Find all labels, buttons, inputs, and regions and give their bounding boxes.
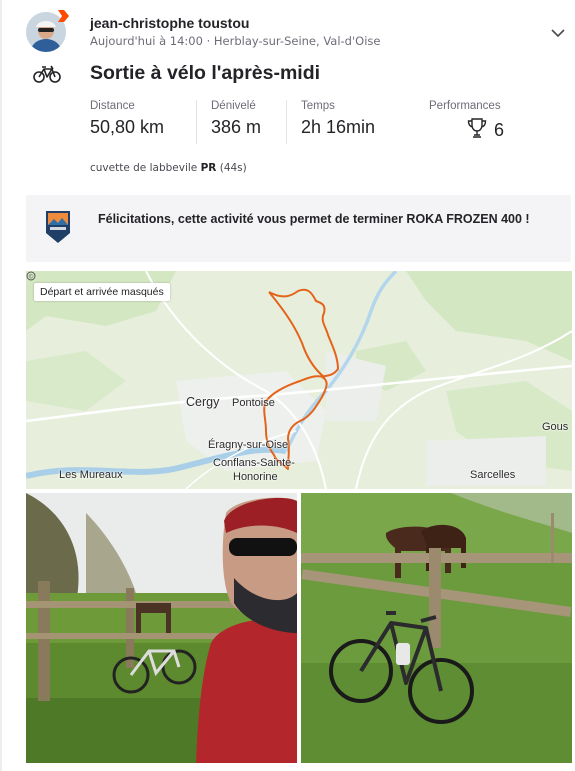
subscriber-badge-icon: [58, 10, 69, 22]
map-label-honorine: Honorine: [233, 471, 278, 483]
svg-text:©: ©: [28, 274, 34, 281]
stat-time: Temps 2h 16min: [301, 100, 375, 138]
stat-distance: Distance 50,80 km: [90, 100, 164, 138]
map-label-pontoise: Pontoise: [232, 397, 275, 409]
activity-date-location: Aujourd'hui à 14:00 · Herblay-sur-Seine,…: [90, 34, 381, 48]
stat-label: Performances: [429, 100, 501, 112]
chevron-down-icon[interactable]: [549, 24, 567, 42]
route-map[interactable]: Départ et arrivée masqués Cergy Pontoise…: [26, 271, 572, 489]
stat-value: 386 m: [211, 117, 262, 137]
start-end-hidden-chip: Départ et arrivée masqués: [34, 283, 170, 301]
bike-by-fence-selfie-photo[interactable]: [26, 493, 297, 763]
achievement-count: 6: [494, 120, 505, 140]
stat-label: Distance: [90, 100, 135, 112]
feed-left-border: [0, 0, 2, 771]
stat-value-row: 6: [429, 117, 504, 141]
stat-achievements[interactable]: Performances 6: [429, 100, 504, 141]
map-label-cergy: Cergy: [186, 395, 220, 409]
map-label-gous: Gous: [542, 421, 569, 433]
map-graphic: [26, 271, 572, 489]
challenge-completion-banner[interactable]: Félicitations, cette activité vous perme…: [26, 195, 571, 262]
stat-value: 2h 16min: [301, 117, 376, 137]
stat-divider: [286, 100, 287, 144]
map-label-conflans: Conflans-Sainte-: [213, 457, 295, 469]
challenge-badge-icon: [46, 211, 70, 243]
activity-title[interactable]: Sortie à vélo l'après-midi: [90, 62, 320, 85]
athlete-name[interactable]: jean-christophe toustou: [90, 15, 249, 31]
stat-elevation: Dénivelé 386 m: [211, 100, 261, 138]
map-attribution-icon[interactable]: ©: [26, 271, 36, 281]
segment-pr-line[interactable]: cuvette de labbevile PR (44s): [90, 162, 247, 174]
trophy-icon: [467, 118, 487, 138]
map-label-sarcelles: Sarcelles: [470, 469, 516, 481]
bike-horses-field-photo[interactable]: [301, 493, 572, 763]
stat-label: Dénivelé: [211, 100, 256, 112]
pr-badge: PR: [200, 162, 217, 174]
activity-stats: Distance 50,80 km Dénivelé 386 m Temps 2…: [90, 100, 530, 144]
stat-label: Temps: [301, 100, 335, 112]
stat-divider: [196, 100, 197, 144]
stat-value: 50,80 km: [90, 117, 165, 137]
challenge-completion-text: Félicitations, cette activité vous perme…: [98, 212, 530, 226]
bike-icon: [33, 65, 61, 83]
map-label-les-mureaux: Les Mureaux: [59, 469, 123, 481]
segment-time: (44s): [219, 162, 247, 174]
activity-header: jean-christophe toustou Aujourd'hui à 14…: [26, 10, 571, 60]
map-label-eragny: Éragny-sur-Oise: [208, 439, 289, 451]
segment-name[interactable]: cuvette de labbevile: [90, 162, 197, 174]
